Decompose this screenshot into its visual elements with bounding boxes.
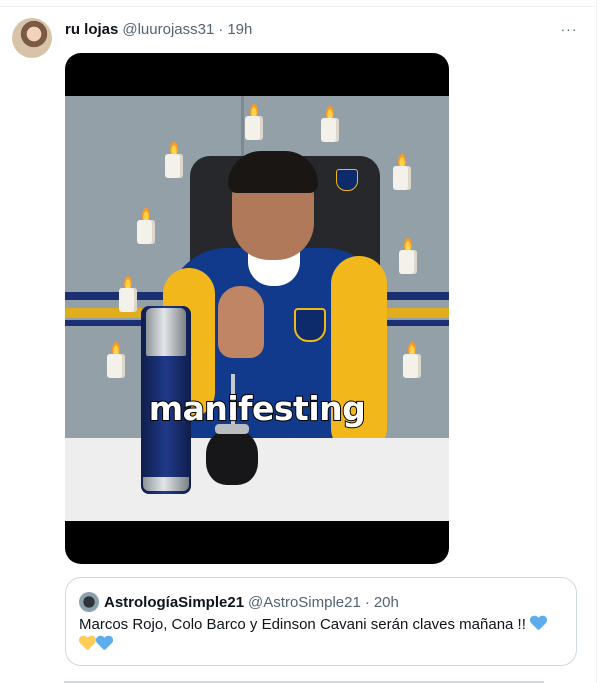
blue-heart-icon [530, 616, 547, 631]
more-options-icon[interactable]: ··· [558, 19, 580, 39]
thermos-cap [146, 308, 186, 356]
candle-icon [137, 208, 155, 244]
candle-icon [403, 342, 421, 378]
quoted-tweet-body: Marcos Rojo, Colo Barco y Edinson Cavani… [79, 616, 526, 633]
club-crest-icon [294, 308, 326, 342]
timeline-divider [0, 6, 596, 7]
video-caption: manifesting [148, 388, 367, 429]
candle-icon [165, 142, 183, 178]
separator: · [218, 20, 224, 38]
blue-heart-icon [96, 636, 113, 651]
tweet-media-video[interactable]: manifesting [65, 53, 449, 564]
quoted-author-handle: @AstroSimple21 [248, 593, 361, 611]
candle-icon [107, 342, 125, 378]
praying-hands [218, 286, 264, 358]
candle-icon [399, 238, 417, 274]
quoted-tweet[interactable]: AstrologíaSimple21 @AstroSimple21 · 20h … [65, 577, 577, 666]
candle-icon [245, 104, 263, 140]
separator: · [364, 593, 370, 611]
author-avatar[interactable] [12, 18, 52, 58]
author-name[interactable]: ru lojas [65, 21, 118, 38]
club-crest-icon [336, 169, 358, 191]
quoted-author-avatar[interactable] [79, 592, 99, 612]
candle-icon [321, 106, 339, 142]
quoted-tweet-header: AstrologíaSimple21 @AstroSimple21 · 20h [104, 592, 399, 612]
yellow-heart-icon [79, 636, 96, 651]
quoted-tweet-text: Marcos Rojo, Colo Barco y Edinson Cavani… [79, 615, 565, 655]
tweet-time[interactable]: 19h [227, 21, 252, 38]
person-hair [228, 151, 318, 193]
column-border [596, 0, 597, 683]
thermos-base [143, 477, 189, 491]
candle-icon [393, 154, 411, 190]
candle-icon [119, 276, 137, 312]
quoted-author-name: AstrologíaSimple21 [104, 593, 245, 611]
video-frame [65, 96, 449, 521]
mate-gourd [206, 429, 258, 485]
author-handle[interactable]: @luurojass31 [122, 21, 214, 38]
quoted-tweet-time: 20h [373, 593, 399, 611]
tweet-header: ru lojas @luurojass31 · 19h [65, 19, 252, 39]
